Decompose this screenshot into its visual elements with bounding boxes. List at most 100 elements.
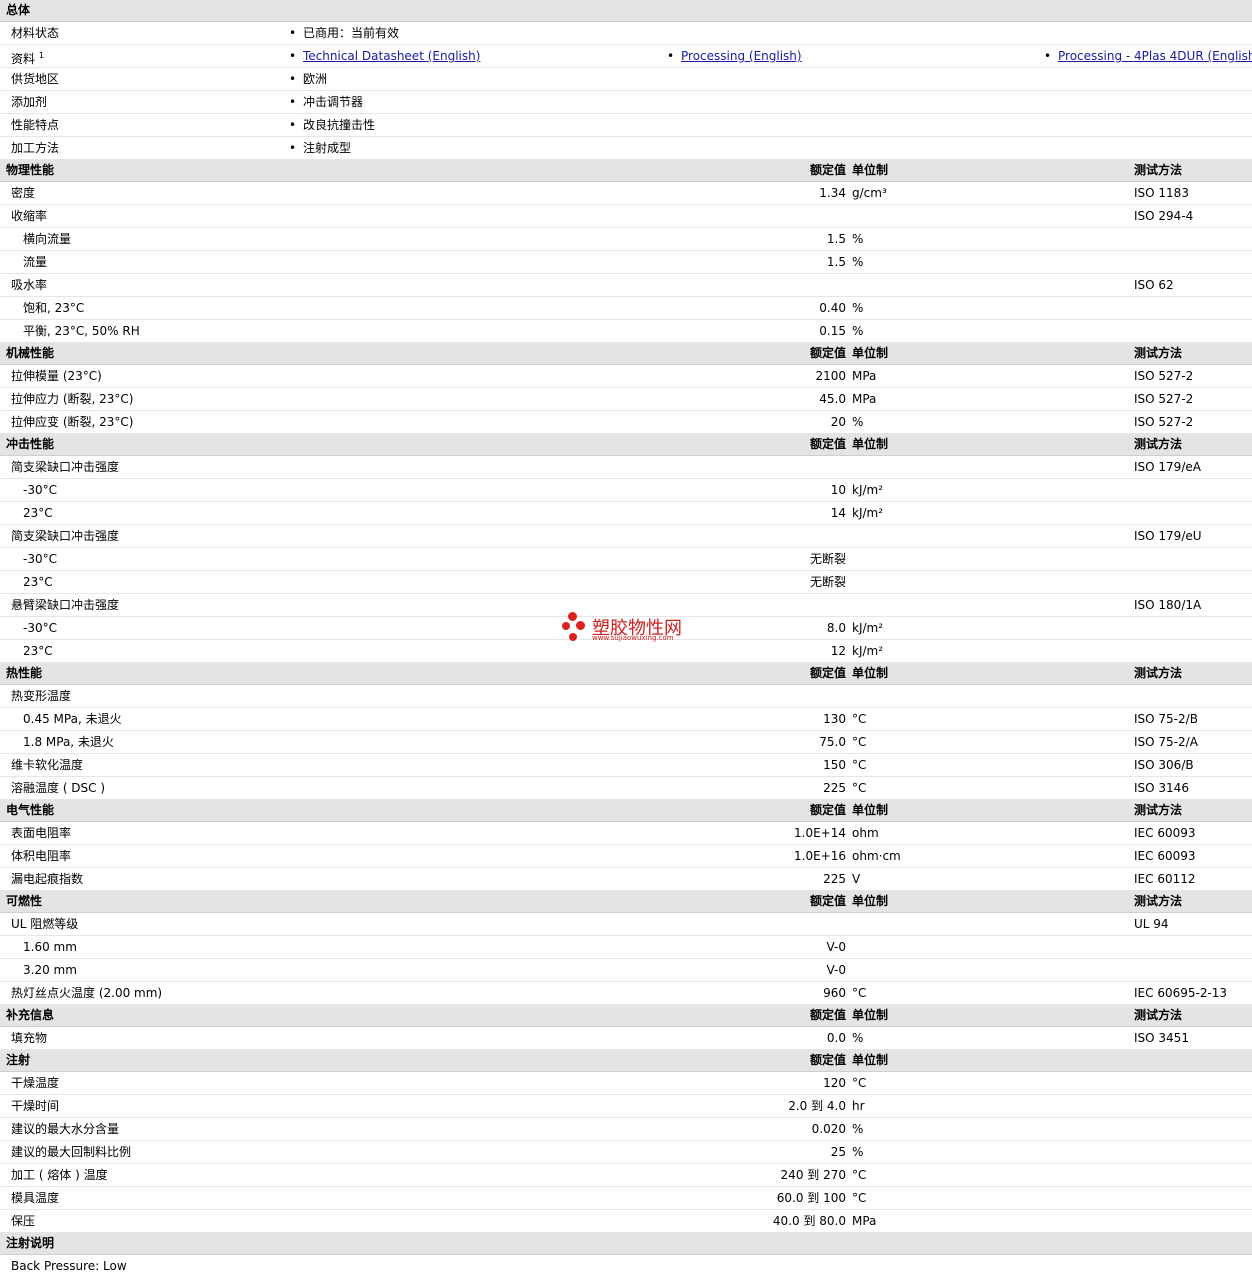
section-title: 冲击性能 <box>6 437 55 451</box>
property-value: 2100 <box>815 369 846 383</box>
test-method: ISO 62 <box>1134 278 1174 292</box>
property-name: 加工 ( 熔体 ) 温度 <box>11 1168 108 1182</box>
test-column-header: 测试方法 <box>1134 346 1183 360</box>
property-row: 表面电阻率 1.0E+14 ohm IEC 60093 <box>0 822 1252 845</box>
status-value: 已商用：当前有效 <box>289 22 399 44</box>
property-name: UL 阻燃等级 <box>11 917 79 931</box>
property-unit: % <box>852 301 864 315</box>
property-row: 漏电起痕指数 225 V IEC 60112 <box>0 868 1252 891</box>
test-method: ISO 3451 <box>1134 1031 1189 1045</box>
property-unit: MPa <box>852 369 877 383</box>
section-title: 注射说明 <box>6 1236 55 1250</box>
section-title: 总体 <box>6 3 31 17</box>
property-value: 0.0 <box>826 1031 846 1045</box>
property-unit: °C <box>852 986 867 1000</box>
property-name: -30°C <box>23 483 57 497</box>
property-row: 横向流量 1.5% <box>0 228 1252 251</box>
row-label: 添加剂 <box>11 95 48 109</box>
property-value: 0.15 <box>819 324 846 338</box>
property-name: -30°C <box>23 621 57 635</box>
value-column-header: 额定值 <box>809 163 846 177</box>
section-title: 补充信息 <box>6 1008 55 1022</box>
property-unit: °C <box>852 735 867 749</box>
technical-datasheet-link[interactable]: Technical Datasheet (English) <box>303 49 480 63</box>
property-row: 拉伸模量 (23°C) 2100 MPa ISO 527-2 <box>0 365 1252 388</box>
section-title: 物理性能 <box>6 163 55 177</box>
property-row: 吸水率 ISO 62 <box>0 274 1252 297</box>
processing-link[interactable]: Processing (English) <box>681 49 802 63</box>
property-name: 1.8 MPa, 未退火 <box>23 735 114 749</box>
property-unit: °C <box>852 1076 867 1090</box>
value-column-header: 额定值 <box>809 437 846 451</box>
property-unit: kJ/m² <box>852 644 884 658</box>
property-unit: °C <box>852 781 867 795</box>
region-value: 欧洲 <box>289 68 327 90</box>
property-name: 拉伸应变 (断裂, 23°C) <box>11 415 134 429</box>
property-row: 维卡软化温度 150 °C ISO 306/B <box>0 754 1252 777</box>
general-row-processing-method: 加工方法 注射成型 <box>0 137 1252 160</box>
value-column-header: 额定值 <box>809 894 846 908</box>
test-column-header: 测试方法 <box>1134 1008 1183 1022</box>
property-name: 23°C <box>23 506 53 520</box>
test-column-header: 测试方法 <box>1134 163 1183 177</box>
property-unit: % <box>852 232 864 246</box>
section-title: 注射 <box>6 1053 31 1067</box>
property-unit: % <box>852 324 864 338</box>
property-unit: % <box>852 1122 864 1136</box>
section-header-general: 总体 <box>0 0 1252 22</box>
property-value: 130 <box>823 712 846 726</box>
property-name: 饱和, 23°C <box>23 301 85 315</box>
property-name: -30°C <box>23 552 57 566</box>
footnote-marker: 1 <box>38 51 44 60</box>
property-name: 建议的最大水分含量 <box>11 1122 120 1136</box>
property-row: 拉伸应力 (断裂, 23°C) 45.0 MPa ISO 527-2 <box>0 388 1252 411</box>
row-label: 加工方法 <box>11 141 60 155</box>
property-name: 溶融温度 ( DSC ) <box>11 781 106 795</box>
test-method: ISO 294-4 <box>1134 209 1194 223</box>
property-name: 填充物 <box>11 1031 48 1045</box>
property-value: 240 到 270 <box>780 1168 846 1182</box>
test-method: IEC 60695-2-13 <box>1134 986 1228 1000</box>
property-unit: kJ/m² <box>852 506 884 520</box>
test-method: IEC 60093 <box>1134 849 1196 863</box>
test-column-header: 测试方法 <box>1134 437 1183 451</box>
property-unit: MPa <box>852 1214 877 1228</box>
property-row: 0.45 MPa, 未退火 130 °C ISO 75-2/B <box>0 708 1252 731</box>
watermark-logo: 塑胶物性网 www.sujiaowuxing.com <box>562 612 702 648</box>
property-unit: °C <box>852 1168 867 1182</box>
test-method: ISO 179/eU <box>1134 529 1202 543</box>
test-column-header: 测试方法 <box>1134 894 1183 908</box>
property-value: 45.0 <box>819 392 846 406</box>
section-header: 注射 额定值 单位制 <box>0 1050 1252 1072</box>
processing-4plas-link[interactable]: Processing - 4Plas 4DUR (English) <box>1058 49 1252 63</box>
property-value: 0.40 <box>819 301 846 315</box>
property-value: 无断裂 <box>809 552 846 566</box>
section-header: 冲击性能 额定值 单位制 测试方法 <box>0 434 1252 456</box>
property-row: 收缩率 ISO 294-4 <box>0 205 1252 228</box>
property-row: 保压 40.0 到 80.0 MPa <box>0 1210 1252 1233</box>
unit-column-header: 单位制 <box>852 346 889 360</box>
property-name: 热变形温度 <box>11 689 72 703</box>
property-value: 40.0 到 80.0 <box>772 1214 846 1228</box>
property-row: 溶融温度 ( DSC ) 225 °C ISO 3146 <box>0 777 1252 800</box>
section-header-notes: 注射说明 <box>0 1233 1252 1255</box>
value-column-header: 额定值 <box>809 1008 846 1022</box>
test-method: IEC 60093 <box>1134 826 1196 840</box>
section-header: 可燃性 额定值 单位制 测试方法 <box>0 891 1252 913</box>
property-row: 流量 1.5% <box>0 251 1252 274</box>
test-method: ISO 527-2 <box>1134 369 1194 383</box>
section-title: 机械性能 <box>6 346 55 360</box>
property-unit: g/cm³ <box>852 186 887 200</box>
value-column-header: 额定值 <box>809 346 846 360</box>
property-row: 填充物 0.0% ISO 3451 <box>0 1027 1252 1050</box>
property-name: 吸水率 <box>11 278 48 292</box>
property-value: 120 <box>823 1076 846 1090</box>
property-name: 简支梁缺口冲击强度 <box>11 529 120 543</box>
section-header: 物理性能 额定值 单位制 测试方法 <box>0 160 1252 182</box>
property-value: 12 <box>830 644 846 658</box>
test-method: ISO 75-2/B <box>1134 712 1198 726</box>
property-name: 维卡软化温度 <box>11 758 84 772</box>
property-unit: V <box>852 872 861 886</box>
property-name: 建议的最大回制料比例 <box>11 1145 132 1159</box>
general-row-region: 供货地区 欧洲 <box>0 68 1252 91</box>
